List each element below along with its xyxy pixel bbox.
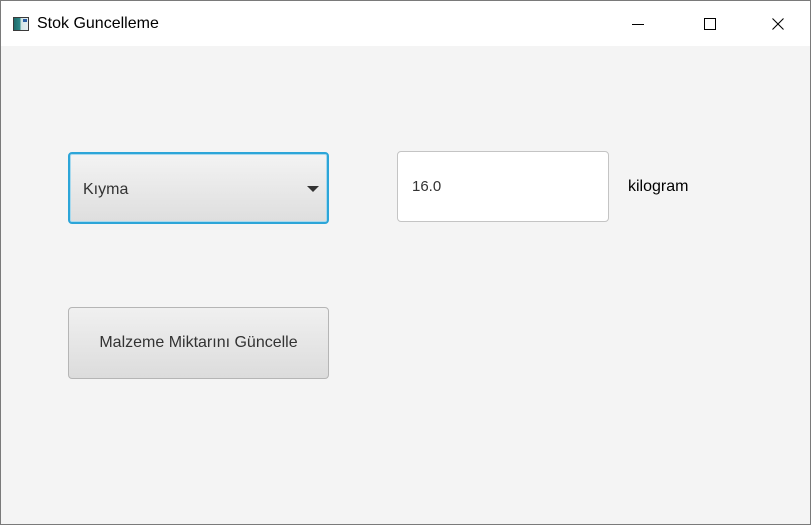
maximize-icon [704,17,716,30]
update-quantity-button[interactable]: Malzeme Miktarını Güncelle [68,307,329,379]
window-title: Stok Guncelleme [37,15,159,32]
maximize-button[interactable] [687,1,733,46]
chevron-down-icon[interactable] [307,186,319,192]
quantity-input[interactable] [397,151,609,222]
unit-label: kilogram [628,178,689,195]
material-combo-value: Kıyma [83,181,129,198]
close-button[interactable] [755,1,801,46]
material-combo-box[interactable]: Kıyma [68,152,329,224]
title-bar[interactable]: Stok Guncelleme [1,1,810,46]
minimize-icon [632,23,644,25]
app-window: Stok Guncelleme Kıyma kilogram Malzeme M… [0,0,811,525]
close-icon [772,17,784,30]
minimize-button[interactable] [615,1,661,46]
app-icon [13,17,29,31]
